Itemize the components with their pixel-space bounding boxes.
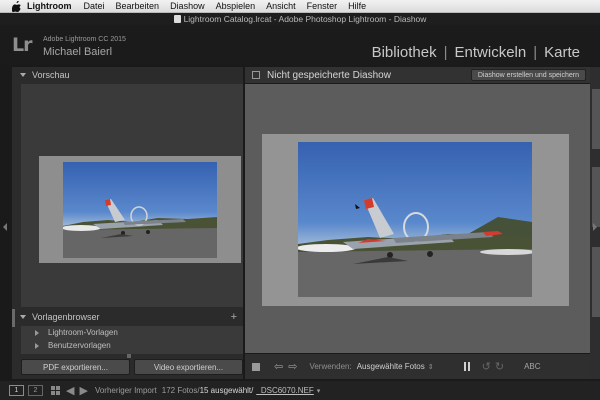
grid-view-icon[interactable] bbox=[51, 386, 60, 395]
template-browser-header[interactable]: Vorlagenbrowser + bbox=[12, 309, 243, 325]
next-slide-icon[interactable]: ⇨ bbox=[288, 360, 297, 373]
module-karte[interactable]: Karte bbox=[544, 44, 580, 61]
preview-photo bbox=[63, 162, 217, 258]
export-video-button[interactable]: Video exportieren... bbox=[134, 359, 243, 375]
slideshow-stage bbox=[245, 84, 590, 353]
menu-fenster[interactable]: Fenster bbox=[307, 1, 338, 11]
template-browser-title: Vorlagenbrowser bbox=[32, 312, 100, 322]
preview-panel-title: Vorschau bbox=[32, 70, 70, 80]
module-bibliothek[interactable]: Bibliothek bbox=[372, 44, 437, 61]
filmstrip-source[interactable]: Vorheriger Import bbox=[95, 386, 157, 395]
collapse-right-panel-icon[interactable] bbox=[593, 223, 597, 231]
slideshow-header: Nicht gespeicherte Diashow Diashow erste… bbox=[245, 67, 590, 83]
template-folder-label: Benutzervorlagen bbox=[48, 341, 111, 350]
module-picker: Bibliothek | Entwickeln | Karte bbox=[372, 44, 580, 61]
slide-canvas[interactable] bbox=[262, 134, 569, 306]
back-arrow-icon[interactable]: ◀ bbox=[66, 384, 74, 397]
template-folder-lightroom[interactable]: Lightroom-Vorlagen bbox=[21, 326, 243, 339]
filename-dropdown-icon[interactable]: ▾ bbox=[317, 387, 321, 395]
rotate-left-icon[interactable]: ↺ bbox=[482, 360, 491, 373]
create-slideshow-button[interactable]: Diashow erstellen und speichern bbox=[470, 69, 586, 81]
menu-bearbeiten[interactable]: Bearbeiten bbox=[116, 1, 160, 11]
template-folder-label: Lightroom-Vorlagen bbox=[48, 328, 118, 337]
use-selector-value: Ausgewählte Fotos bbox=[356, 362, 425, 371]
left-panel: Vorschau Vorlagenbrowser + Lightroom-Vor… bbox=[12, 67, 243, 379]
forward-arrow-icon[interactable]: ▶ bbox=[79, 384, 87, 397]
collection-icon bbox=[252, 71, 260, 79]
export-pdf-button[interactable]: PDF exportieren... bbox=[21, 359, 130, 375]
slideshow-title: Nicht gespeicherte Diashow bbox=[267, 69, 391, 81]
menu-app-lightroom[interactable]: Lightroom bbox=[27, 1, 72, 11]
panel-resize-grip[interactable] bbox=[127, 354, 131, 358]
menu-datei[interactable]: Datei bbox=[84, 1, 105, 11]
template-list: Lightroom-Vorlagen Benutzervorlagen bbox=[21, 326, 243, 354]
add-template-button[interactable]: + bbox=[231, 311, 237, 323]
preview-area bbox=[21, 84, 243, 307]
right-panel-section[interactable] bbox=[592, 247, 600, 317]
right-panel-section[interactable] bbox=[592, 89, 600, 149]
use-selector[interactable]: Ausgewählte Fotos ⇕ bbox=[357, 362, 434, 371]
add-text-button[interactable]: ABC bbox=[524, 362, 540, 371]
template-folder-user[interactable]: Benutzervorlagen bbox=[21, 339, 243, 352]
lightroom-logo: Lr bbox=[12, 34, 33, 56]
expand-triangle-icon bbox=[35, 342, 39, 349]
second-window-button[interactable]: 2 bbox=[28, 385, 43, 396]
window-titlebar: Lightroom Catalog.lrcat - Adobe Photosho… bbox=[0, 13, 600, 25]
export-buttons: PDF exportieren... Video exportieren... bbox=[21, 359, 243, 375]
photo-count: 172 Fotos/ bbox=[161, 386, 200, 395]
identity-header: Lr Adobe Lightroom CC 2015 Michael Baier… bbox=[0, 25, 600, 65]
menu-abspielen[interactable]: Abspielen bbox=[216, 1, 256, 11]
user-name: Michael Baierl bbox=[43, 46, 113, 58]
module-separator: | bbox=[533, 44, 538, 61]
slideshow-toolbar: ⇦ ⇨ Verwenden: Ausgewählte Fotos ⇕ ↺ ↻ AB… bbox=[245, 354, 590, 379]
menu-ansicht[interactable]: Ansicht bbox=[266, 1, 296, 11]
app-version: Adobe Lightroom CC 2015 bbox=[43, 36, 126, 43]
selected-count: 15 ausgewählt/ bbox=[199, 386, 254, 395]
expand-triangle-icon bbox=[35, 329, 39, 336]
window-title: Lightroom Catalog.lrcat - Adobe Photosho… bbox=[183, 14, 427, 24]
pause-icon[interactable] bbox=[463, 362, 470, 371]
module-entwickeln[interactable]: Entwickeln bbox=[455, 44, 527, 61]
slide-photo bbox=[298, 142, 532, 297]
rotate-right-icon[interactable]: ↻ bbox=[495, 360, 504, 373]
right-panel-section[interactable] bbox=[592, 167, 600, 227]
previous-slide-icon[interactable]: ⇦ bbox=[274, 360, 283, 373]
collapse-triangle-icon bbox=[20, 315, 26, 319]
document-icon bbox=[173, 15, 181, 23]
macos-menubar: Lightroom Datei Bearbeiten Diashow Abspi… bbox=[0, 0, 600, 13]
menu-hilfe[interactable]: Hilfe bbox=[348, 1, 366, 11]
collapse-left-panel-icon[interactable] bbox=[3, 223, 7, 231]
menu-diashow[interactable]: Diashow bbox=[170, 1, 205, 11]
preview-slide bbox=[39, 156, 241, 263]
preview-panel-header[interactable]: Vorschau bbox=[12, 67, 243, 83]
use-label: Verwenden: bbox=[309, 362, 352, 371]
dropdown-arrows-icon: ⇕ bbox=[427, 364, 434, 371]
stop-icon[interactable] bbox=[252, 362, 260, 371]
collapse-triangle-icon bbox=[20, 73, 26, 77]
main-window-button[interactable]: 1 bbox=[9, 385, 24, 396]
current-filename[interactable]: _DSC6070.NEF bbox=[256, 386, 313, 395]
apple-logo-icon[interactable] bbox=[11, 0, 21, 12]
module-separator: | bbox=[443, 44, 448, 61]
filmstrip-bar: 1 2 ◀ ▶ Vorheriger Import 172 Fotos/ 15 … bbox=[0, 381, 600, 400]
